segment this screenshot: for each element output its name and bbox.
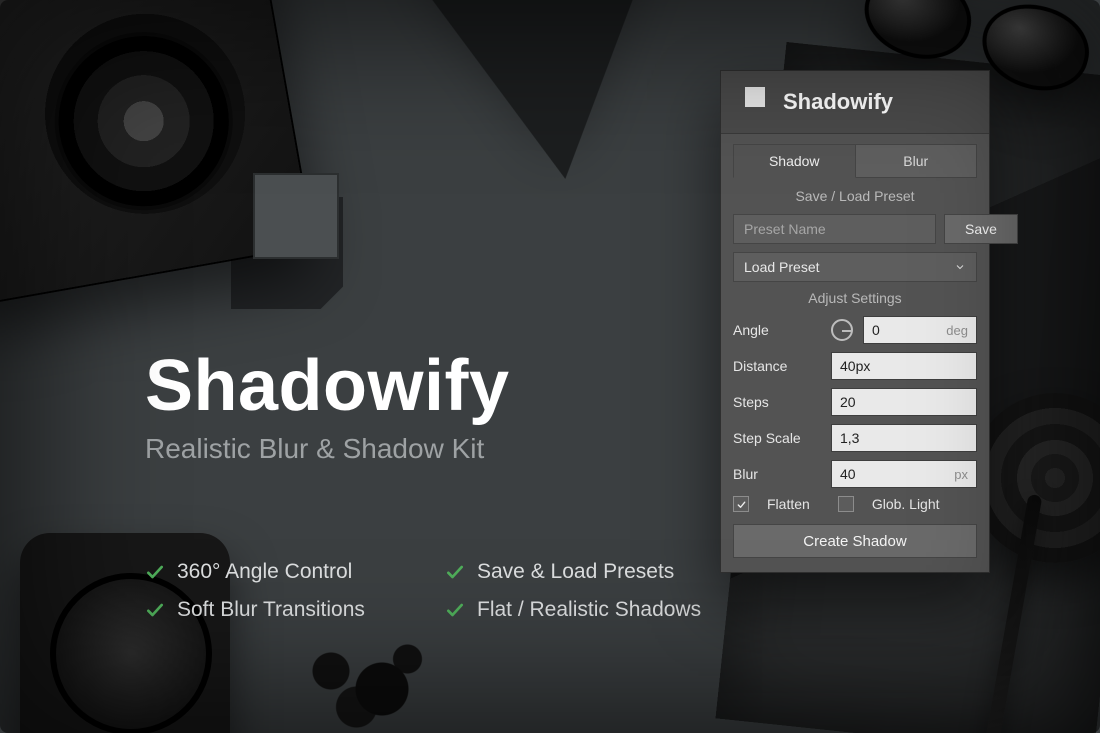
preset-name-input[interactable] bbox=[733, 214, 936, 244]
panel-header: Shadowify bbox=[721, 71, 989, 133]
feature-item: Soft Blur Transitions bbox=[145, 598, 425, 622]
feature-label: Soft Blur Transitions bbox=[177, 598, 365, 622]
tab-blur[interactable]: Blur bbox=[856, 144, 978, 178]
create-shadow-button[interactable]: Create Shadow bbox=[733, 524, 977, 558]
glob-light-checkbox[interactable] bbox=[838, 496, 854, 512]
tab-bar: Shadow Blur bbox=[733, 144, 977, 178]
coal-prop bbox=[280, 623, 450, 733]
feature-label: Save & Load Presets bbox=[477, 560, 674, 584]
load-preset-select[interactable]: Load Preset bbox=[733, 252, 977, 282]
check-icon bbox=[445, 562, 465, 582]
feature-list: 360° Angle Control Save & Load Presets S… bbox=[145, 560, 745, 622]
check-icon bbox=[736, 499, 747, 510]
app-logo-icon bbox=[225, 165, 375, 315]
save-button[interactable]: Save bbox=[944, 214, 1018, 244]
distance-label: Distance bbox=[733, 358, 823, 374]
panel-body: Shadow Blur Save / Load Preset Save Load… bbox=[721, 133, 989, 572]
panel-logo-icon bbox=[737, 85, 771, 119]
step-scale-label: Step Scale bbox=[733, 430, 823, 446]
hero-subtitle: Realistic Blur & Shadow Kit bbox=[145, 433, 705, 465]
check-icon bbox=[145, 562, 165, 582]
load-preset-label: Load Preset bbox=[744, 259, 820, 275]
hero: Shadowify Realistic Blur & Shadow Kit bbox=[145, 165, 705, 465]
feature-item: Save & Load Presets bbox=[445, 560, 745, 584]
feature-item: 360° Angle Control bbox=[145, 560, 425, 584]
flatten-checkbox[interactable] bbox=[733, 496, 749, 512]
shadowify-panel: Shadowify Shadow Blur Save / Load Preset… bbox=[720, 70, 990, 573]
flatten-label[interactable]: Flatten bbox=[767, 496, 810, 512]
angle-label: Angle bbox=[733, 322, 823, 338]
blur-label: Blur bbox=[733, 466, 823, 482]
panel-title: Shadowify bbox=[783, 89, 893, 115]
angle-input[interactable] bbox=[864, 322, 976, 338]
check-icon bbox=[145, 600, 165, 620]
angle-dial-icon[interactable] bbox=[831, 319, 853, 341]
steps-label: Steps bbox=[733, 394, 823, 410]
settings-group: Angle deg Distance Steps bbox=[733, 316, 977, 558]
preset-section-title: Save / Load Preset bbox=[733, 188, 977, 204]
feature-label: 360° Angle Control bbox=[177, 560, 352, 584]
distance-input[interactable] bbox=[832, 358, 976, 374]
blur-input[interactable] bbox=[832, 466, 976, 482]
check-icon bbox=[445, 600, 465, 620]
hero-title: Shadowify bbox=[145, 345, 705, 427]
feature-label: Flat / Realistic Shadows bbox=[477, 598, 701, 622]
feature-item: Flat / Realistic Shadows bbox=[445, 598, 745, 622]
settings-section-title: Adjust Settings bbox=[733, 290, 977, 306]
step-scale-input[interactable] bbox=[832, 430, 976, 446]
glob-light-label[interactable]: Glob. Light bbox=[872, 496, 940, 512]
steps-input[interactable] bbox=[832, 394, 976, 410]
chevron-down-icon bbox=[954, 261, 966, 273]
tab-shadow[interactable]: Shadow bbox=[733, 144, 856, 178]
